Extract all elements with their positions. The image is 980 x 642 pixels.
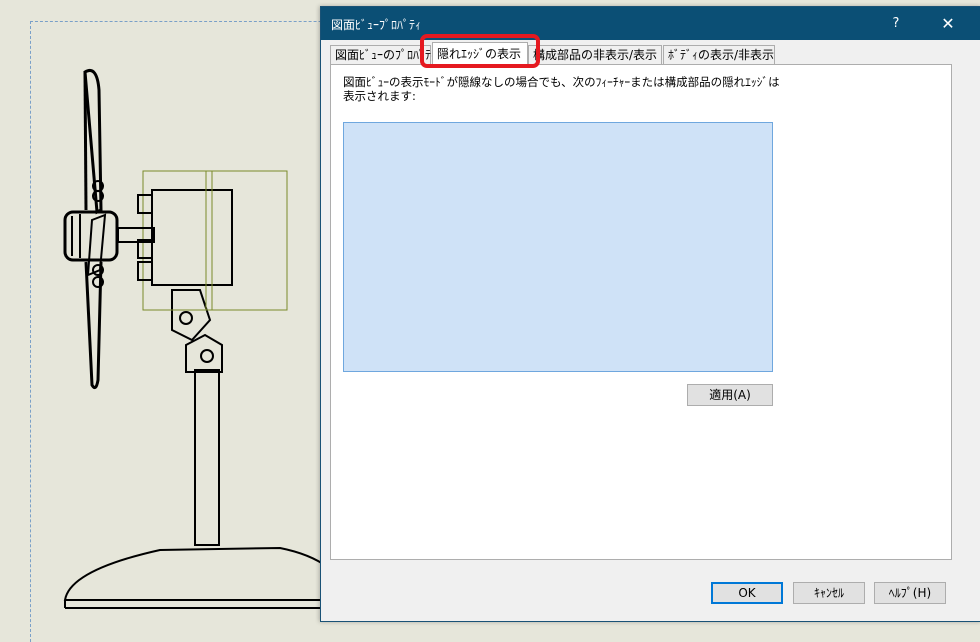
drawing-view-properties-dialog: 図面ﾋﾞｭｰﾌﾟﾛﾊﾟﾃｨ ? ✕ 図面ﾋﾞｭｰのﾌﾟﾛﾊﾟﾃｨ 隠れｴｯｼﾞの… — [320, 6, 980, 622]
tab-hide-show-components[interactable]: 構成部品の非表示/表示 — [528, 45, 662, 64]
hidden-edges-description: 図面ﾋﾞｭｰの表示ﾓｰﾄﾞが隠線なしの場合でも、次のﾌｨｰﾁｬｰまたは構成部品の… — [343, 75, 780, 103]
tab-highlight-annotation — [420, 34, 540, 68]
cancel-button[interactable]: ｷｬﾝｾﾙ — [793, 582, 865, 604]
close-icon[interactable]: ✕ — [925, 7, 971, 40]
tab-drawing-view-properties[interactable]: 図面ﾋﾞｭｰのﾌﾟﾛﾊﾟﾃｨ — [330, 45, 437, 64]
help-button[interactable]: ﾍﾙﾌﾟ(H) — [874, 582, 946, 604]
ok-button[interactable]: OK — [711, 582, 783, 604]
dialog-title: 図面ﾋﾞｭｰﾌﾟﾛﾊﾟﾃｨ — [331, 18, 422, 32]
apply-button[interactable]: 適用(A) — [687, 384, 773, 406]
dialog-titlebar[interactable]: 図面ﾋﾞｭｰﾌﾟﾛﾊﾟﾃｨ ? ✕ — [321, 7, 980, 40]
tab-show-hide-bodies[interactable]: ﾎﾞﾃﾞｨの表示/非表示 — [663, 45, 775, 64]
tab-panel-hidden-edges: 図面ﾋﾞｭｰの表示ﾓｰﾄﾞが隠線なしの場合でも、次のﾌｨｰﾁｬｰまたは構成部品の… — [330, 64, 952, 560]
titlebar-help-button[interactable]: ? — [881, 7, 911, 40]
hidden-edges-feature-list[interactable] — [343, 122, 773, 372]
